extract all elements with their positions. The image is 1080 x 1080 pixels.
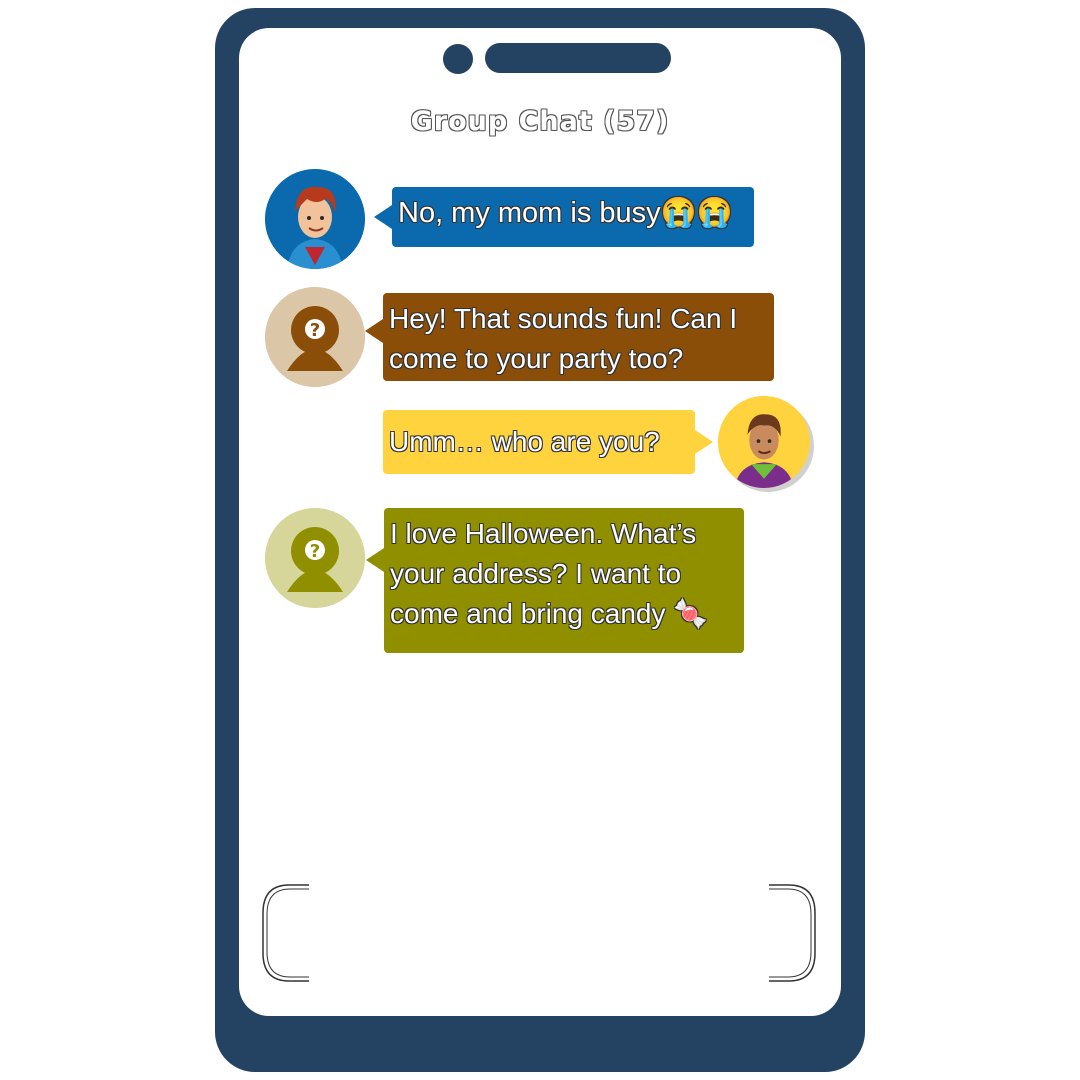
unknown-user-icon: ?: [265, 508, 365, 608]
avatar-unknown-1[interactable]: ?: [265, 287, 365, 387]
svg-text:?: ?: [310, 320, 320, 341]
message-bubble-4[interactable]: I love Halloween. What’s your address? I…: [366, 508, 744, 653]
bubble-tail: [695, 430, 713, 454]
avatar-boy-brown-hair[interactable]: [718, 396, 810, 488]
bubble-tail: [366, 548, 384, 572]
avatar-unknown-2[interactable]: ?: [265, 508, 365, 608]
message-text-1: No, my mom is busy😭😭: [398, 197, 733, 229]
unknown-user-icon: ?: [265, 287, 365, 387]
bubble-tail: [365, 319, 383, 343]
message-bubble-2[interactable]: Hey! That sounds fun! Can I come to your…: [365, 293, 774, 381]
chat-title: Group Chat (57): [410, 106, 670, 137]
boy-red-hair-icon: [265, 169, 365, 269]
avatar-boy-red-hair[interactable]: [265, 169, 365, 269]
input-frame-left: [262, 884, 309, 982]
message-text-2: Hey! That sounds fun! Can I come to your…: [389, 303, 745, 374]
boy-brown-hair-icon: [718, 396, 810, 488]
bubble-tail: [374, 205, 392, 229]
input-frame-right: [769, 884, 816, 982]
message-bubble-1[interactable]: No, my mom is busy😭😭: [374, 187, 754, 247]
speaker-grille: [485, 43, 671, 73]
message-text-3: Umm… who are you?: [389, 426, 660, 457]
message-text-4: I love Halloween. What’s your address? I…: [390, 518, 709, 629]
phone-screen: Group Chat (57) No, my mom is busy😭😭 ? H…: [239, 28, 841, 1016]
svg-text:?: ?: [310, 541, 320, 562]
phone-frame: Group Chat (57) No, my mom is busy😭😭 ? H…: [215, 8, 865, 1072]
message-bubble-3[interactable]: Umm… who are you?: [383, 410, 713, 474]
camera-icon: [443, 44, 473, 74]
